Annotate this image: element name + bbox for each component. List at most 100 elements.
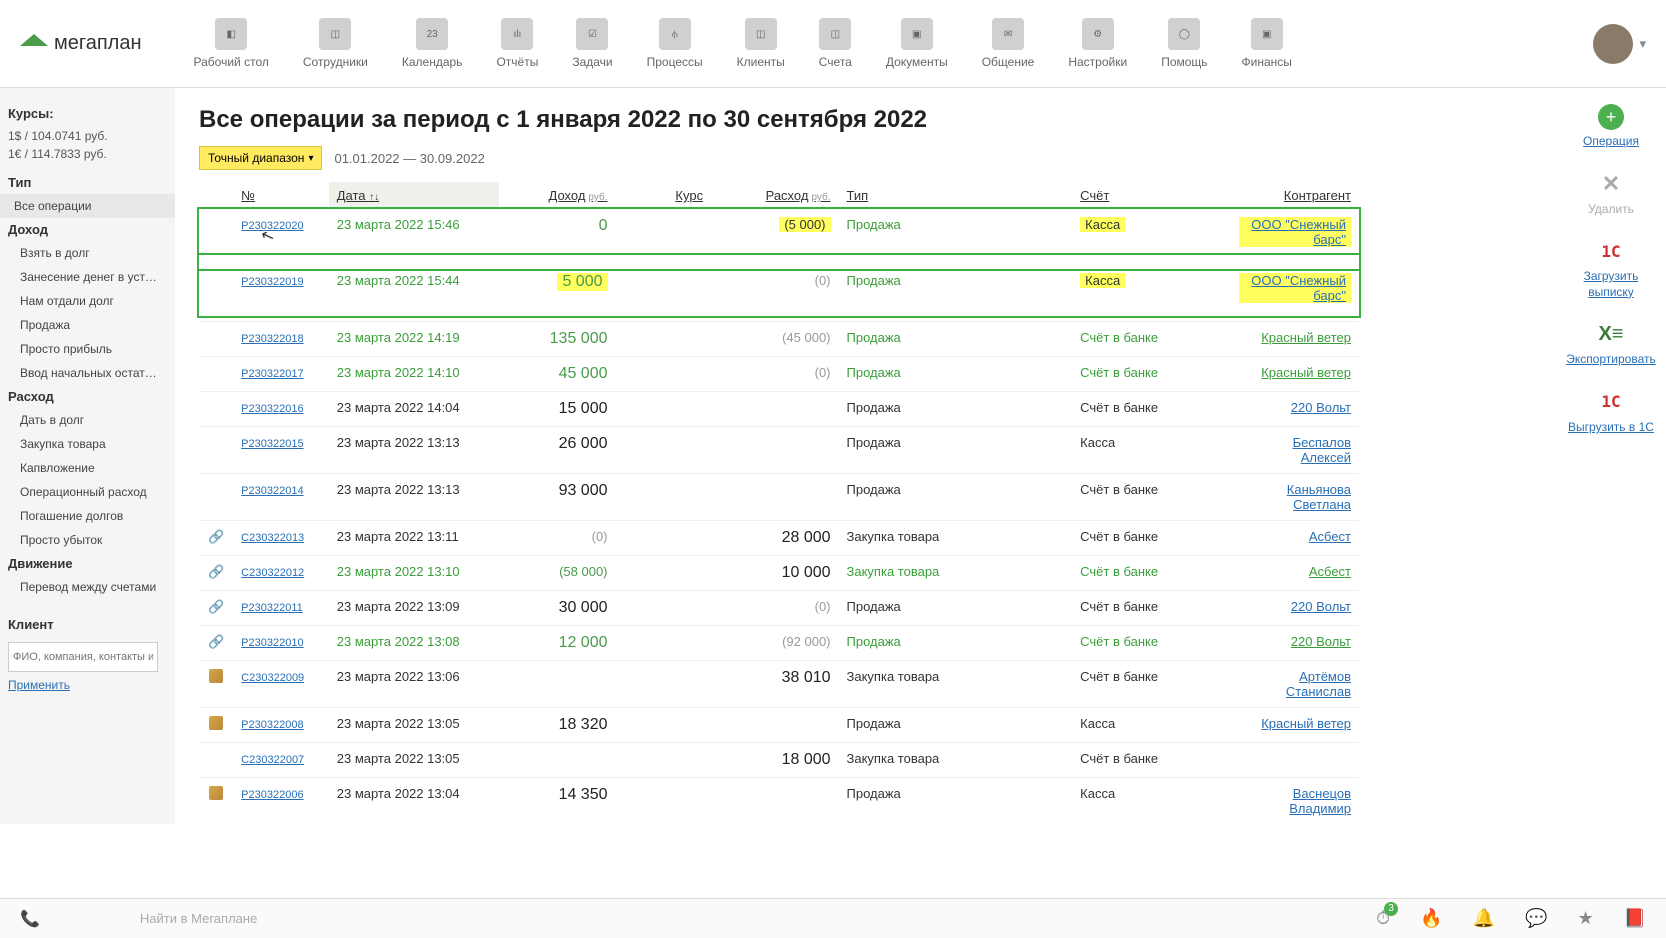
nav-Клиенты[interactable]: ◫Клиенты — [725, 13, 797, 74]
table-row[interactable]: P23032201723 марта 2022 14:1045 000(0)Пр… — [199, 356, 1359, 391]
chat-icon[interactable]: 💬 — [1525, 908, 1547, 929]
operation-link[interactable]: P230322008 — [241, 719, 303, 731]
nav-Счета[interactable]: ◫Счета — [807, 13, 864, 74]
table-row[interactable]: P23032201423 марта 2022 13:1393 000Прода… — [199, 473, 1359, 520]
counterparty-cell[interactable]: Васнецов Владимир — [1231, 777, 1359, 824]
sidebar-item[interactable]: Нам отдали долг — [0, 289, 175, 313]
counterparty-cell[interactable]: Красный ветер — [1231, 321, 1359, 356]
counterparty-cell[interactable]: ООО "Снежный барс" — [1231, 265, 1359, 321]
range-button[interactable]: Точный диапазон — [199, 146, 322, 170]
nav-Общение[interactable]: ✉Общение — [970, 13, 1047, 74]
counterparty-cell[interactable]: 220 Вольт — [1231, 625, 1359, 660]
th-type[interactable]: Тип — [839, 182, 1073, 209]
sidebar-item[interactable]: Взять в долг — [0, 241, 175, 265]
movement-title[interactable]: Движение — [0, 552, 175, 575]
sidebar-item[interactable]: Ввод начальных остатков — [0, 361, 175, 385]
operation-link[interactable]: C230322012 — [241, 567, 304, 579]
sidebar-item[interactable]: Закупка товара — [0, 432, 175, 456]
sidebar-item[interactable]: Капвложение — [0, 456, 175, 480]
sidebar-item[interactable]: Занесение денег в уставной ... — [0, 265, 175, 289]
counterparty-cell[interactable]: Артёмов Станислав — [1231, 660, 1359, 707]
counterparty-cell[interactable]: ООО "Снежный барс" — [1231, 209, 1359, 265]
counterparty-cell[interactable] — [1231, 742, 1359, 777]
sidebar-item[interactable]: Просто прибыль — [0, 337, 175, 361]
counterparty-cell[interactable]: Красный ветер — [1231, 356, 1359, 391]
book-icon[interactable]: 📕 — [1624, 908, 1646, 929]
star-icon[interactable]: ★ — [1577, 908, 1593, 929]
counterparty-cell[interactable]: Беспалов Алексей — [1231, 426, 1359, 473]
nav-Документы[interactable]: ▣Документы — [874, 13, 960, 74]
operation-link[interactable]: P230322015 — [241, 438, 303, 450]
sidebar-item[interactable]: Операционный расход — [0, 480, 175, 504]
operation-link[interactable]: P230322017 — [241, 368, 303, 380]
th-account[interactable]: Счёт — [1072, 182, 1231, 209]
sidebar-item[interactable]: Дать в долг — [0, 408, 175, 432]
phone-icon[interactable]: 📞 — [20, 909, 40, 929]
sidebar-item[interactable]: Просто убыток — [0, 528, 175, 552]
counterparty-cell[interactable]: Асбест — [1231, 520, 1359, 555]
bell-icon[interactable]: 🔔 — [1473, 908, 1495, 929]
sidebar-all-operations[interactable]: Все операции — [0, 194, 175, 218]
table-row[interactable]: P23032202023 марта 2022 15:460(5 000)Про… — [199, 209, 1359, 265]
alert-icon[interactable]: ⏱ — [1376, 908, 1390, 929]
counterparty-cell[interactable]: Каньянова Светлана — [1231, 473, 1359, 520]
table-row[interactable]: C23032200923 марта 2022 13:0638 010Закуп… — [199, 660, 1359, 707]
operation-link[interactable]: P230322010 — [241, 637, 303, 649]
operation-link[interactable]: P230322014 — [241, 485, 303, 497]
rb-delete[interactable]: ✕ Удалить — [1588, 170, 1634, 218]
nav-Финансы[interactable]: ▣Финансы — [1230, 13, 1304, 74]
operation-link[interactable]: P230322016 — [241, 403, 303, 415]
operation-link[interactable]: C230322009 — [241, 672, 304, 684]
th-no[interactable]: № — [233, 182, 329, 209]
table-row[interactable]: P23032200623 марта 2022 13:0414 350Прода… — [199, 777, 1359, 824]
operation-link[interactable]: C230322007 — [241, 754, 304, 766]
rb-load-statement[interactable]: 1С Загрузить выписку — [1566, 237, 1656, 300]
counterparty-cell[interactable]: Красный ветер — [1231, 707, 1359, 742]
rb-export[interactable]: X≡ Экспортировать — [1566, 320, 1656, 368]
table-row[interactable]: C23032200723 марта 2022 13:0518 000Закуп… — [199, 742, 1359, 777]
nav-Помощь[interactable]: ◯Помощь — [1149, 13, 1219, 74]
nav-Задачи[interactable]: ☑Задачи — [560, 13, 624, 74]
sidebar-item[interactable]: Продажа — [0, 313, 175, 337]
th-counterparty[interactable]: Контрагент — [1231, 182, 1359, 209]
logo[interactable]: мегаплан — [20, 32, 142, 55]
table-row[interactable]: 🔗C23032201223 марта 2022 13:10(58 000)10… — [199, 555, 1359, 590]
rb-new-operation[interactable]: + Операция — [1583, 104, 1639, 150]
nav-Процессы[interactable]: ⫛Процессы — [635, 13, 715, 74]
th-date[interactable]: Дата ↑↓ — [329, 182, 499, 209]
sidebar-item[interactable]: Перевод между счетами — [0, 575, 175, 599]
footer-search[interactable]: Найти в Мегаплане — [140, 911, 1376, 926]
table-row[interactable]: P23032200823 марта 2022 13:0518 320Прода… — [199, 707, 1359, 742]
sidebar-item[interactable]: Погашение долгов — [0, 504, 175, 528]
table-row[interactable]: 🔗P23032201123 марта 2022 13:0930 000(0)П… — [199, 590, 1359, 625]
nav-Сотрудники[interactable]: ◫Сотрудники — [291, 13, 380, 74]
client-search-input[interactable] — [8, 642, 158, 672]
table-row[interactable]: P23032201523 марта 2022 13:1326 000Прода… — [199, 426, 1359, 473]
table-row[interactable]: 🔗P23032201023 марта 2022 13:0812 000(92 … — [199, 625, 1359, 660]
th-expense[interactable]: Расходруб. — [711, 182, 838, 209]
avatar[interactable] — [1593, 24, 1633, 64]
operation-link[interactable]: P230322006 — [241, 789, 303, 801]
income-title[interactable]: Доход — [0, 218, 175, 241]
nav-Календарь[interactable]: 23Календарь — [390, 13, 475, 74]
counterparty-cell[interactable]: 220 Вольт — [1231, 391, 1359, 426]
th-rate[interactable]: Курс — [616, 182, 712, 209]
table-row[interactable]: P23032201923 марта 2022 15:445 000(0)Про… — [199, 265, 1359, 321]
nav-Рабочий стол[interactable]: ◧Рабочий стол — [182, 13, 281, 74]
operation-link[interactable]: P230322011 — [241, 602, 303, 614]
expense-title[interactable]: Расход — [0, 385, 175, 408]
table-row[interactable]: 🔗C23032201323 марта 2022 13:11(0)28 000З… — [199, 520, 1359, 555]
client-apply-link[interactable]: Применить — [0, 678, 175, 692]
counterparty-cell[interactable]: Асбест — [1231, 555, 1359, 590]
rb-upload-1c[interactable]: 1С Выгрузить в 1С — [1568, 388, 1654, 436]
nav-Отчёты[interactable]: ılıОтчёты — [484, 13, 550, 74]
avatar-dropdown-icon[interactable]: ▾ — [1639, 36, 1646, 52]
counterparty-cell[interactable]: 220 Вольт — [1231, 590, 1359, 625]
th-income[interactable]: Доходруб. — [499, 182, 616, 209]
operation-link[interactable]: P230322018 — [241, 333, 303, 345]
table-row[interactable]: P23032201623 марта 2022 14:0415 000Прода… — [199, 391, 1359, 426]
operation-link[interactable]: C230322013 — [241, 532, 304, 544]
table-row[interactable]: P23032201823 марта 2022 14:19135 000(45 … — [199, 321, 1359, 356]
nav-Настройки[interactable]: ⚙Настройки — [1056, 13, 1139, 74]
operation-link[interactable]: P230322019 — [241, 276, 303, 288]
